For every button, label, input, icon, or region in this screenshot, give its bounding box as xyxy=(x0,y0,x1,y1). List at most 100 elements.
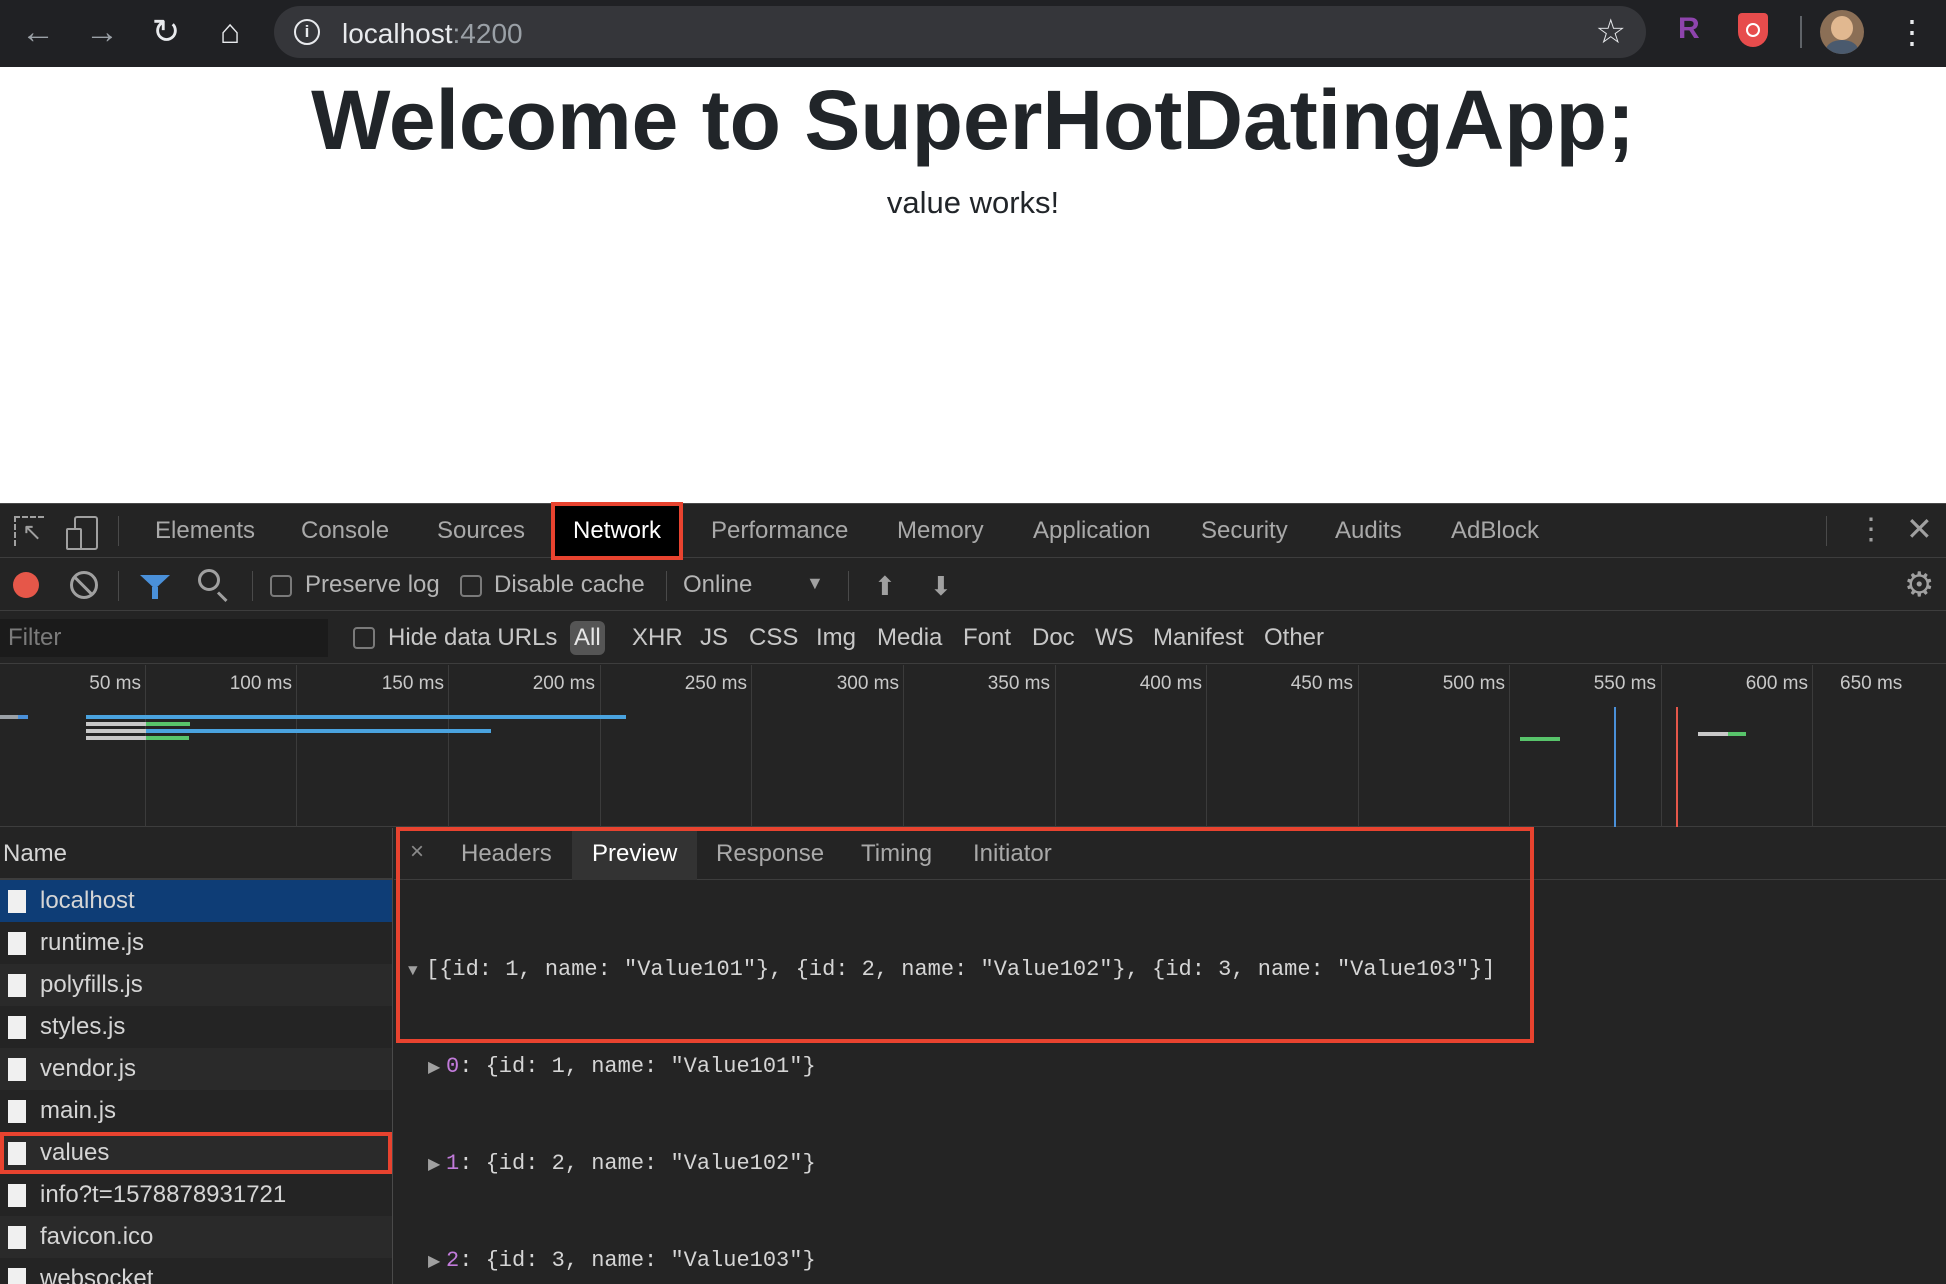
tab-preview[interactable]: Preview xyxy=(572,828,698,880)
forward-arrow-icon[interactable]: → xyxy=(80,10,124,54)
tab-timing[interactable]: Timing xyxy=(861,828,932,880)
collapse-triangle-icon[interactable]: ▶ xyxy=(428,1052,446,1084)
filter-icon[interactable] xyxy=(140,575,170,599)
download-icon[interactable]: ⬇ xyxy=(930,571,952,602)
device-toggle-icon[interactable] xyxy=(66,516,98,550)
timeline-gridline xyxy=(1055,665,1056,827)
toolbar-divider xyxy=(1800,16,1802,48)
filter-type-other[interactable]: Other xyxy=(1264,612,1324,664)
hide-data-urls-checkbox[interactable] xyxy=(353,627,375,649)
list-item[interactable]: vendor.js xyxy=(0,1048,392,1090)
list-item[interactable]: localhost xyxy=(0,880,392,922)
timeline-tick-label: 50 ms xyxy=(89,673,141,694)
tab-application[interactable]: Application xyxy=(1033,504,1150,558)
tab-network[interactable]: Network xyxy=(550,502,684,560)
divider xyxy=(118,516,119,546)
json-index: 0 xyxy=(446,1054,460,1079)
filter-type-font[interactable]: Font xyxy=(963,612,1011,664)
extension-r-icon[interactable]: R xyxy=(1678,12,1700,46)
tab-memory[interactable]: Memory xyxy=(897,504,984,558)
network-overview-timeline[interactable]: 50 ms 100 ms 150 ms 200 ms 250 ms 300 ms… xyxy=(0,665,1946,827)
preserve-log-checkbox[interactable] xyxy=(270,575,292,597)
filter-input[interactable] xyxy=(0,619,328,657)
file-icon xyxy=(8,1268,26,1284)
json-root-row[interactable]: ▼ [{id: 1, name: "Value101"}, {id: 2, nam… xyxy=(408,954,1946,987)
adblock-shield-icon[interactable] xyxy=(1738,13,1768,47)
tab-elements[interactable]: Elements xyxy=(155,504,255,558)
collapse-triangle-icon[interactable]: ▶ xyxy=(428,1246,446,1278)
json-child-row[interactable]: ▶ 1: {id: 2, name: "Value102"} xyxy=(408,1148,1946,1181)
filter-type-img[interactable]: Img xyxy=(816,612,856,664)
request-name: main.js xyxy=(40,1097,117,1124)
list-item[interactable]: info?t=1578878931721 xyxy=(0,1174,392,1216)
filter-type-manifest[interactable]: Manifest xyxy=(1153,612,1244,664)
tab-initiator[interactable]: Initiator xyxy=(973,828,1052,880)
list-item[interactable]: favicon.ico xyxy=(0,1216,392,1258)
tab-response[interactable]: Response xyxy=(716,828,824,880)
filter-type-js[interactable]: JS xyxy=(700,612,728,664)
back-arrow-icon[interactable]: ← xyxy=(16,10,60,54)
request-name: localhost xyxy=(40,887,135,914)
tab-console[interactable]: Console xyxy=(301,504,389,558)
tab-security[interactable]: Security xyxy=(1201,504,1288,558)
list-item[interactable]: runtime.js xyxy=(0,922,392,964)
tab-adblock[interactable]: AdBlock xyxy=(1451,504,1539,558)
name-column-header[interactable]: Name xyxy=(0,828,392,880)
request-bar xyxy=(86,729,146,733)
filter-type-css[interactable]: CSS xyxy=(749,612,798,664)
upload-icon[interactable]: ⬆ xyxy=(874,571,896,602)
disable-cache-checkbox[interactable] xyxy=(460,575,482,597)
filter-type-ws[interactable]: WS xyxy=(1095,612,1134,664)
address-bar[interactable]: i localhost:4200 ☆ xyxy=(274,6,1646,58)
url-text[interactable]: localhost:4200 xyxy=(342,18,523,50)
list-item[interactable]: values xyxy=(0,1132,392,1174)
tab-performance[interactable]: Performance xyxy=(711,504,848,558)
json-index: 2 xyxy=(446,1248,460,1273)
filter-type-xhr[interactable]: XHR xyxy=(632,612,683,664)
star-icon[interactable]: ☆ xyxy=(1596,12,1626,52)
throttling-select[interactable]: Online xyxy=(683,559,752,611)
inspect-icon[interactable] xyxy=(14,516,44,547)
home-icon[interactable]: ⌂ xyxy=(208,10,252,54)
clear-icon[interactable] xyxy=(70,571,98,599)
close-icon[interactable]: ✕ xyxy=(1906,510,1933,548)
expand-triangle-icon[interactable]: ▼ xyxy=(408,955,426,987)
gear-icon[interactable]: ⚙ xyxy=(1904,565,1934,605)
timeline-tick-label: 450 ms xyxy=(1290,673,1353,694)
json-preview: ▼ [{id: 1, name: "Value101"}, {id: 2, nam… xyxy=(394,880,1946,1284)
record-icon[interactable] xyxy=(13,572,39,598)
list-item[interactable]: polyfills.js xyxy=(0,964,392,1006)
kebab-menu-icon[interactable]: ⋮ xyxy=(1896,10,1928,54)
reload-icon[interactable]: ↻ xyxy=(144,10,188,54)
close-icon[interactable]: × xyxy=(410,838,424,866)
chevron-down-icon[interactable]: ▼ xyxy=(806,573,824,594)
request-bar xyxy=(18,715,28,719)
request-detail-panel: × Headers Preview Response Timing Initia… xyxy=(394,828,1946,1284)
filter-type-media[interactable]: Media xyxy=(877,612,942,664)
tab-audits[interactable]: Audits xyxy=(1335,504,1402,558)
request-name: values xyxy=(40,1139,110,1166)
divider xyxy=(1826,516,1827,546)
kebab-menu-icon[interactable]: ⋮ xyxy=(1856,512,1886,547)
timeline-gridline xyxy=(751,665,752,827)
tab-headers[interactable]: Headers xyxy=(461,828,552,880)
request-bar xyxy=(1728,732,1746,736)
collapse-triangle-icon[interactable]: ▶ xyxy=(428,1149,446,1181)
json-child-row[interactable]: ▶ 2: {id: 3, name: "Value103"} xyxy=(408,1245,1946,1278)
list-item[interactable]: main.js xyxy=(0,1090,392,1132)
load-event-marker xyxy=(1676,707,1678,827)
file-icon xyxy=(8,1016,26,1039)
avatar[interactable] xyxy=(1820,10,1864,54)
timeline-gridline xyxy=(1358,665,1359,827)
tab-sources[interactable]: Sources xyxy=(437,504,525,558)
filter-type-doc[interactable]: Doc xyxy=(1032,612,1075,664)
list-item[interactable]: styles.js xyxy=(0,1006,392,1048)
timeline-tick-label: 350 ms xyxy=(987,673,1050,694)
filter-type-all[interactable]: All xyxy=(570,621,605,655)
request-name: websocket xyxy=(40,1265,154,1284)
info-icon[interactable]: i xyxy=(294,19,320,45)
request-bar xyxy=(86,736,146,740)
search-icon[interactable] xyxy=(198,569,220,591)
json-child-row[interactable]: ▶ 0: {id: 1, name: "Value101"} xyxy=(408,1051,1946,1084)
list-item[interactable]: websocket xyxy=(0,1258,392,1284)
